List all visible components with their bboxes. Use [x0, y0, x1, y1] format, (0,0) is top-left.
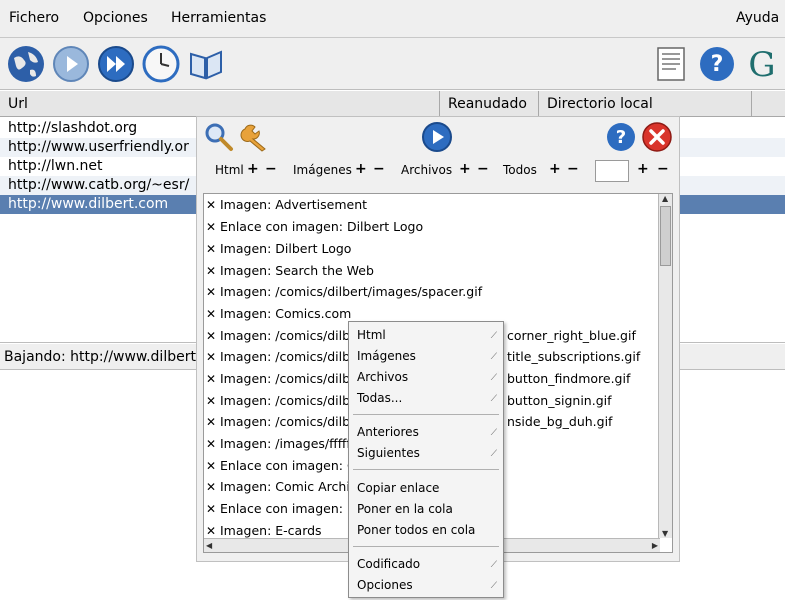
list-item-suffix: title_subscriptions.gif [507, 349, 641, 364]
list-item[interactable]: ✕ Imagen: Comic Archive [206, 476, 365, 497]
submenu-arrow-icon: ⟋ [490, 581, 497, 591]
help-icon[interactable]: ? [605, 121, 637, 153]
help-icon[interactable]: ? [697, 44, 737, 84]
filter-html-plus[interactable]: + [247, 161, 259, 177]
clock-icon[interactable] [141, 44, 181, 84]
filter-archivos-minus[interactable]: − [477, 161, 489, 177]
list-item-suffix: button_findmore.gif [507, 371, 631, 386]
list-item[interactable]: ✕ Imagen: Advertisement [206, 194, 367, 215]
list-item-suffix: button_signin.gif [507, 393, 612, 408]
filter-todos-minus[interactable]: − [567, 161, 579, 177]
filter-archivos-plus[interactable]: + [459, 161, 471, 177]
menu-separator [353, 414, 499, 415]
list-item[interactable]: ✕ Enlace con imagen: E-c [206, 498, 366, 519]
filter-html-minus[interactable]: − [265, 161, 277, 177]
submenu-arrow-icon: ⟋ [490, 394, 497, 404]
submenu-arrow-icon: ⟋ [490, 428, 497, 438]
svg-text:?: ? [616, 127, 626, 148]
filter-imagenes-minus[interactable]: − [373, 161, 385, 177]
filter-extra-plus[interactable]: + [637, 161, 649, 177]
menu-separator [353, 469, 499, 470]
globe-icon[interactable] [6, 44, 46, 84]
svg-text:G: G [748, 45, 775, 84]
menu-fichero[interactable]: Fichero [9, 10, 59, 26]
list-item[interactable]: ✕ Imagen: /comics/dilber [206, 390, 363, 411]
menu-item-todas[interactable]: Todas... [357, 391, 402, 405]
list-item[interactable]: ✕ Imagen: Comics.com [206, 303, 351, 324]
submenu-arrow-icon: ⟋ [490, 373, 497, 383]
g-logo-icon[interactable]: G [742, 44, 782, 84]
column-directorio-local[interactable]: Directorio local [539, 91, 752, 117]
list-header: Url Reanudado Directorio local [0, 91, 785, 117]
close-icon[interactable] [641, 121, 673, 153]
context-menu: Html ⟋ Imágenes ⟋ Archivos ⟋ Todas... ⟋ … [348, 321, 504, 598]
submenu-arrow-icon: ⟋ [490, 331, 497, 341]
toolbar: ? G [0, 38, 785, 90]
submenu-arrow-icon: ⟋ [490, 449, 497, 459]
scroll-down-icon[interactable]: ▼ [662, 529, 668, 538]
list-item[interactable]: ✕ Imagen: /images/ffffff_c [206, 433, 368, 454]
submenu-arrow-icon: ⟋ [490, 560, 497, 570]
column-reanudado[interactable]: Reanudado [440, 91, 539, 117]
filter-extra-minus[interactable]: − [657, 161, 669, 177]
menu-ayuda[interactable]: Ayuda [736, 10, 779, 26]
filter-todos-plus[interactable]: + [549, 161, 561, 177]
list-item[interactable]: ✕ Enlace con imagen: Dilbert Logo [206, 216, 423, 237]
menu-item-anteriores[interactable]: Anteriores [357, 425, 419, 439]
menu-item-poner-todos-en-cola[interactable]: Poner todos en cola [357, 523, 475, 537]
start-icon[interactable] [51, 44, 91, 84]
list-item-suffix: nside_bg_duh.gif [507, 414, 613, 429]
filter-imagenes-label: Imágenes [293, 163, 352, 177]
menu-item-imagenes[interactable]: Imágenes [357, 349, 416, 363]
scroll-left-icon[interactable]: ◀ [206, 541, 212, 550]
menu-bar: Fichero Opciones Herramientas Ayuda [0, 0, 785, 38]
column-url[interactable]: Url [0, 91, 440, 117]
list-item[interactable]: ✕ Imagen: /comics/dilber [206, 325, 363, 346]
vertical-scrollbar[interactable]: ▲ ▼ [658, 194, 672, 538]
list-item[interactable]: ✕ Enlace con imagen: Co [206, 455, 363, 476]
menu-item-poner-en-la-cola[interactable]: Poner en la cola [357, 502, 453, 516]
menu-item-codificado[interactable]: Codificado [357, 557, 420, 571]
filter-todos-label: Todos [503, 163, 537, 177]
menu-herramientas[interactable]: Herramientas [171, 10, 266, 26]
menu-item-opciones[interactable]: Opciones [357, 578, 413, 592]
list-item-suffix: corner_right_blue.gif [507, 328, 636, 343]
scroll-up-icon[interactable]: ▲ [662, 194, 668, 203]
menu-separator [353, 546, 499, 547]
fast-forward-icon[interactable] [96, 44, 136, 84]
status-text: Bajando: http://www.dilbert [4, 349, 196, 365]
menu-item-siguientes[interactable]: Siguientes [357, 446, 420, 460]
menu-item-archivos[interactable]: Archivos [357, 370, 408, 384]
list-item[interactable]: ✕ Imagen: Search the Web [206, 260, 374, 281]
book-icon[interactable] [186, 44, 226, 84]
menu-item-copiar-enlace[interactable]: Copiar enlace [357, 481, 439, 495]
menu-item-html[interactable]: Html [357, 328, 386, 342]
scroll-thumb[interactable] [660, 206, 671, 266]
filter-imagenes-plus[interactable]: + [355, 161, 367, 177]
search-icon[interactable] [203, 121, 235, 153]
menu-opciones[interactable]: Opciones [83, 10, 148, 26]
filter-archivos-label: Archivos [401, 163, 453, 177]
filter-bar: Html + − Imágenes + − Archivos + − Todos… [197, 155, 681, 185]
submenu-arrow-icon: ⟋ [490, 352, 497, 362]
go-icon[interactable] [421, 121, 453, 153]
list-item[interactable]: ✕ Imagen: /comics/dilber [206, 368, 363, 389]
wrench-icon[interactable] [239, 121, 271, 153]
svg-text:?: ? [711, 52, 724, 77]
document-icon[interactable] [652, 44, 692, 84]
list-item[interactable]: ✕ Imagen: /comics/dilber [206, 411, 363, 432]
scroll-right-icon[interactable]: ▶ [652, 541, 658, 550]
list-item[interactable]: ✕ Imagen: Dilbert Logo [206, 238, 351, 259]
list-item[interactable]: ✕ Imagen: /comics/dilber [206, 346, 363, 367]
filter-text-input[interactable] [595, 160, 629, 182]
list-item[interactable]: ✕ Imagen: /comics/dilbert/images/spacer.g… [206, 281, 482, 302]
filter-html-label: Html [215, 163, 244, 177]
